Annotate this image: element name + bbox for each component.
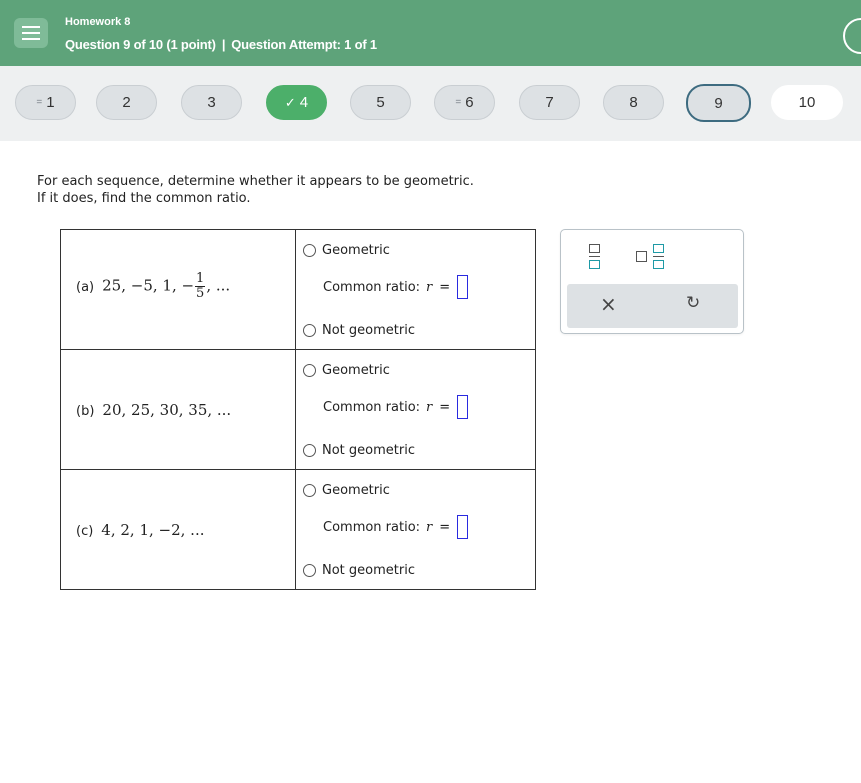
options-cell: Geometric Common ratio: r = Not geometric xyxy=(296,230,535,349)
options-cell: Geometric Common ratio: r = Not geometric xyxy=(296,350,535,469)
mixed-number-icon[interactable] xyxy=(636,244,666,270)
instructions-line-2: If it does, find the common ratio. xyxy=(37,191,251,206)
ratio-variable: r xyxy=(426,399,433,415)
not-geometric-option[interactable]: Not geometric xyxy=(303,323,415,338)
check-icon: ✓ xyxy=(284,94,296,110)
radio-button[interactable] xyxy=(303,324,316,337)
sequence-terms: 4, 2, 1, −2, ... xyxy=(101,521,205,539)
question-number: Question 9 of 10 (1 point) xyxy=(65,37,216,52)
common-ratio-label: Common ratio: xyxy=(323,519,421,535)
question-nav-label: 2 xyxy=(122,94,131,111)
equals-sign: = xyxy=(439,519,451,535)
table-row: (a) 25, −5, 1, −1 5, ... Geometric Common … xyxy=(61,230,535,350)
part-label: (c) xyxy=(76,524,94,539)
sequence-terms: 25, −5, 1, − xyxy=(102,276,195,295)
palette-actions: × ↻ xyxy=(567,284,738,328)
ratio-variable: r xyxy=(426,519,433,535)
sequence-b: (b) 20, 25, 30, 35, ... xyxy=(76,401,231,419)
common-ratio-row: Common ratio: r = xyxy=(323,395,469,419)
sequence-cell: (a) 25, −5, 1, −1 5, ... xyxy=(61,230,296,349)
question-nav-10[interactable]: 10 xyxy=(771,85,843,120)
question-nav-9[interactable]: 9 xyxy=(686,84,751,122)
question-nav-label: 8 xyxy=(629,94,638,111)
fraction-denominator: 5 xyxy=(196,286,205,301)
ratio-answer-input[interactable] xyxy=(457,395,469,419)
partial-icon: = xyxy=(455,97,462,108)
geometric-option[interactable]: Geometric xyxy=(303,483,390,498)
sequence-cell: (b) 20, 25, 30, 35, ... xyxy=(61,350,296,469)
table-row: (b) 20, 25, 30, 35, ... Geometric Common … xyxy=(61,350,535,470)
question-nav-label: 5 xyxy=(376,94,385,111)
fraction-icon[interactable] xyxy=(589,244,601,270)
question-nav-label: 3 xyxy=(207,94,216,111)
radio-button[interactable] xyxy=(303,444,316,457)
question-nav-label: 4 xyxy=(299,94,309,111)
not-geometric-option[interactable]: Not geometric xyxy=(303,563,415,578)
question-nav-5[interactable]: 5 xyxy=(350,85,411,120)
not-geometric-option[interactable]: Not geometric xyxy=(303,443,415,458)
instructions: For each sequence, determine whether it … xyxy=(37,173,474,207)
geometric-option[interactable]: Geometric xyxy=(303,363,390,378)
instructions-line-1: For each sequence, determine whether it … xyxy=(37,174,474,189)
partial-icon: = xyxy=(36,97,43,108)
ratio-answer-input[interactable] xyxy=(457,515,469,539)
sequence-c: (c) 4, 2, 1, −2, ... xyxy=(76,521,205,539)
part-label: (a) xyxy=(76,279,95,295)
question-table: (a) 25, −5, 1, −1 5, ... Geometric Common … xyxy=(60,229,536,590)
question-nav-label: 1 xyxy=(46,94,55,111)
sequence-cell: (c) 4, 2, 1, −2, ... xyxy=(61,470,296,590)
radio-button[interactable] xyxy=(303,244,316,257)
equals-sign: = xyxy=(439,399,451,415)
question-nav-label: 6 xyxy=(465,94,474,111)
sequence-a: (a) 25, −5, 1, −1 5, ... xyxy=(76,272,230,301)
question-info: Question 9 of 10 (1 point) | Question Atte… xyxy=(65,37,377,52)
top-header: Homework 8 Question 9 of 10 (1 point) | Qu… xyxy=(0,0,861,66)
attempt-info: Question Attempt: 1 of 1 xyxy=(231,37,377,52)
sequence-terms: 20, 25, 30, 35, ... xyxy=(102,401,232,419)
menu-icon[interactable] xyxy=(14,18,48,48)
common-ratio-row: Common ratio: r = xyxy=(323,275,469,299)
homework-title: Homework 8 xyxy=(65,16,131,28)
clear-icon[interactable]: × xyxy=(600,292,617,316)
common-ratio-label: Common ratio: xyxy=(323,279,421,295)
fraction-numerator: 1 xyxy=(195,271,206,287)
equals-sign: = xyxy=(439,279,451,295)
ratio-variable: r xyxy=(426,279,433,295)
question-nav-label: 7 xyxy=(545,94,554,111)
not-geometric-label: Not geometric xyxy=(322,443,415,458)
question-nav: = 1 2 3 ✓ 4 5 = 6 7 8 9 10 xyxy=(0,66,861,141)
ratio-answer-input[interactable] xyxy=(457,275,469,299)
not-geometric-label: Not geometric xyxy=(322,563,415,578)
math-palette: × ↻ xyxy=(560,229,744,334)
geometric-label: Geometric xyxy=(322,363,390,378)
options-cell: Geometric Common ratio: r = Not geometric xyxy=(296,470,535,590)
geometric-label: Geometric xyxy=(322,243,390,258)
question-nav-1[interactable]: = 1 xyxy=(15,85,76,120)
question-nav-3[interactable]: 3 xyxy=(181,85,242,120)
question-nav-4[interactable]: ✓ 4 xyxy=(266,85,327,120)
undo-icon[interactable]: ↻ xyxy=(686,293,700,313)
radio-button[interactable] xyxy=(303,484,316,497)
question-nav-label: 10 xyxy=(798,94,816,111)
progress-circle[interactable] xyxy=(843,18,861,54)
question-nav-8[interactable]: 8 xyxy=(603,85,664,120)
geometric-option[interactable]: Geometric xyxy=(303,243,390,258)
question-nav-2[interactable]: 2 xyxy=(96,85,157,120)
header-separator: | xyxy=(221,37,226,52)
common-ratio-row: Common ratio: r = xyxy=(323,515,469,539)
question-nav-7[interactable]: 7 xyxy=(519,85,580,120)
fraction: 15 xyxy=(195,271,206,301)
radio-button[interactable] xyxy=(303,564,316,577)
common-ratio-label: Common ratio: xyxy=(323,399,421,415)
table-row: (c) 4, 2, 1, −2, ... Geometric Common rat… xyxy=(61,470,535,590)
geometric-label: Geometric xyxy=(322,483,390,498)
question-nav-6[interactable]: = 6 xyxy=(434,85,495,120)
question-nav-label: 9 xyxy=(714,94,723,112)
sequence-tail: , ... xyxy=(206,276,231,295)
radio-button[interactable] xyxy=(303,364,316,377)
part-label: (b) xyxy=(76,404,95,419)
not-geometric-label: Not geometric xyxy=(322,323,415,338)
